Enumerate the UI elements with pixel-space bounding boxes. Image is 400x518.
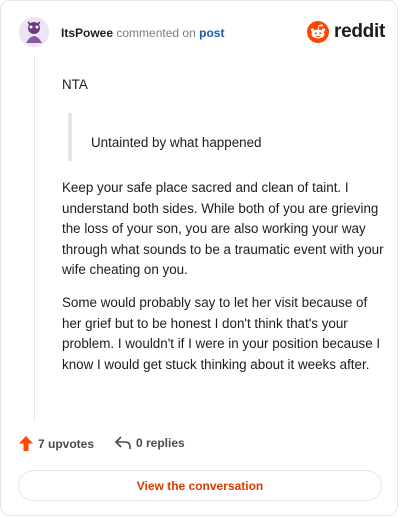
upvote-button[interactable]: 7 upvotes [19, 436, 94, 451]
upvote-count: 7 upvotes [38, 436, 95, 451]
comment-actions: 7 upvotes 0 replies [19, 436, 385, 456]
comment-header: ItsPowee commented on post reddit [19, 17, 385, 53]
view-conversation-button[interactable]: View the conversation [18, 470, 382, 501]
post-link[interactable]: post [199, 26, 224, 40]
comment-meta: ItsPowee commented on post [61, 26, 224, 40]
blockquote-text: Untainted by what happened [91, 135, 262, 150]
reply-button[interactable]: 0 replies [115, 436, 185, 450]
username-link[interactable]: ItsPowee [61, 26, 113, 40]
arrow-up-icon [19, 436, 33, 451]
reddit-snoo-icon [307, 21, 330, 43]
comment-paragraph: Some would probably say to let her visit… [62, 295, 381, 372]
comment-body-intro: NTA [62, 75, 384, 96]
avatar-icon [19, 17, 49, 47]
thread-line [34, 56, 35, 422]
reply-count: 0 replies [136, 436, 185, 450]
comment-card: ItsPowee commented on post reddit NTA Un… [0, 0, 398, 516]
user-avatar[interactable] [19, 17, 49, 47]
comment-paragraph: Keep your safe place sacred and clean of… [62, 180, 384, 277]
blockquote-bar [68, 113, 72, 161]
comment-verb: commented on [116, 26, 196, 40]
reply-arrow-icon [115, 436, 131, 449]
reddit-logo[interactable]: reddit [307, 19, 385, 45]
reddit-wordmark: reddit [334, 21, 385, 42]
comment-text-line: NTA [62, 77, 88, 92]
